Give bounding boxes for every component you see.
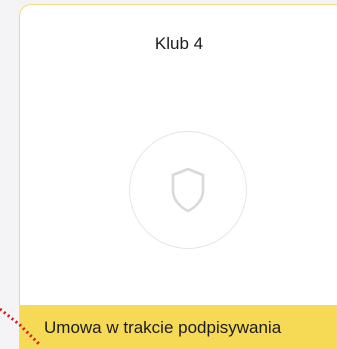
club-crest-placeholder [129, 131, 247, 249]
club-name: Klub 4 [154, 34, 204, 53]
status-text: Umowa w trakcie podpisywania [44, 318, 282, 337]
status-banner: Umowa w trakcie podpisywania [20, 305, 337, 349]
shield-icon [171, 167, 205, 213]
club-card[interactable]: Klub 4 Umowa w trakcie podpisywania [19, 4, 337, 349]
